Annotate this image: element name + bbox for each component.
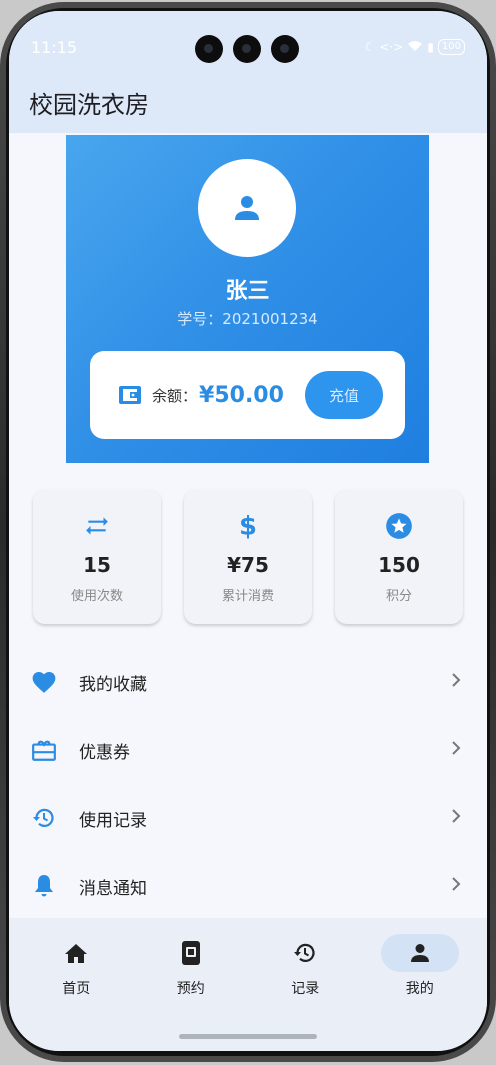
nav-label: 我的 [405, 981, 434, 997]
star-icon [385, 511, 413, 541]
dollar-icon: $ [235, 511, 261, 541]
chevron-right-icon [451, 672, 461, 692]
stat-label: 积分 [385, 589, 412, 604]
menu-item-usage-history[interactable]: 使用记录 [9, 784, 487, 852]
booking-icon [152, 934, 230, 972]
app-header: 11:15 ☾ <·> ▮ 100 校园洗衣房 [9, 11, 487, 133]
svg-text:$: $ [239, 512, 257, 540]
person-icon [235, 196, 259, 220]
status-time: 11:15 [31, 37, 78, 57]
menu-item-label: 优惠券 [79, 742, 130, 763]
wallet-icon [119, 386, 141, 404]
person-icon [380, 934, 459, 972]
signal-icon: ▮ [427, 40, 434, 54]
balance-box: 余额： ¥50.00 充值 [90, 351, 405, 439]
code-icon: <·> [379, 40, 404, 54]
camera-lens [195, 35, 223, 63]
camera-cutout [195, 35, 299, 63]
user-name: 张三 [225, 279, 270, 304]
menu-list: 我的收藏 优惠券 使用记录 消息通知 [9, 648, 487, 920]
stat-total-spent[interactable]: $ ¥75 累计消费 [184, 489, 312, 624]
stat-usage-count[interactable]: 15 使用次数 [33, 489, 161, 624]
coupon-icon [31, 737, 57, 763]
menu-item-label: 使用记录 [79, 810, 147, 831]
repeat-icon [84, 511, 110, 541]
stat-value: 15 [83, 553, 111, 577]
menu-item-label: 消息通知 [79, 878, 147, 899]
history-icon [31, 805, 57, 831]
menu-item-coupons[interactable]: 优惠券 [9, 716, 487, 784]
nav-label: 记录 [291, 981, 320, 997]
page-title: 校园洗衣房 [29, 91, 149, 119]
chevron-right-icon [451, 740, 461, 760]
history-icon [266, 934, 344, 972]
nav-label: 预约 [176, 981, 205, 997]
recharge-button[interactable]: 充值 [305, 371, 383, 419]
moon-icon: ☾ [364, 40, 376, 54]
profile-card: 张三 学号：2021001234 余额： ¥50.00 充值 [66, 135, 429, 463]
camera-lens [233, 35, 261, 63]
chevron-right-icon [451, 808, 461, 828]
nav-label: 首页 [62, 981, 91, 997]
stat-points[interactable]: 150 积分 [335, 489, 463, 624]
camera-lens [271, 35, 299, 63]
bottom-nav: 首页 预约 记录 我的 [9, 918, 487, 1051]
chevron-right-icon [451, 876, 461, 896]
heart-icon [31, 669, 57, 695]
student-id: 学号：2021001234 [177, 310, 318, 328]
stat-label: 累计消费 [221, 589, 274, 604]
avatar[interactable] [198, 159, 296, 257]
menu-item-notifications[interactable]: 消息通知 [9, 852, 487, 920]
nav-item-profile[interactable]: 我的 [363, 934, 478, 1051]
screen: 11:15 ☾ <·> ▮ 100 校园洗衣房 张三 学号：2021001234… [9, 11, 487, 1051]
wifi-icon [407, 40, 423, 55]
bell-icon [31, 873, 57, 899]
stat-label: 使用次数 [70, 589, 123, 604]
battery-indicator: 100 [437, 39, 465, 55]
menu-item-favorites[interactable]: 我的收藏 [9, 648, 487, 716]
home-icon [37, 934, 115, 972]
menu-item-label: 我的收藏 [79, 674, 147, 695]
balance-value: ¥50.00 [199, 382, 284, 408]
balance-label: 余额： [152, 386, 198, 405]
stat-value: 150 [378, 553, 420, 577]
stats-row: 15 使用次数 $ ¥75 累计消费 150 积分 [33, 489, 463, 624]
status-icons: ☾ <·> ▮ 100 [365, 39, 465, 55]
nav-item-home[interactable]: 首页 [19, 934, 134, 1051]
stat-value: ¥75 [227, 553, 269, 577]
home-indicator[interactable] [179, 1034, 317, 1039]
